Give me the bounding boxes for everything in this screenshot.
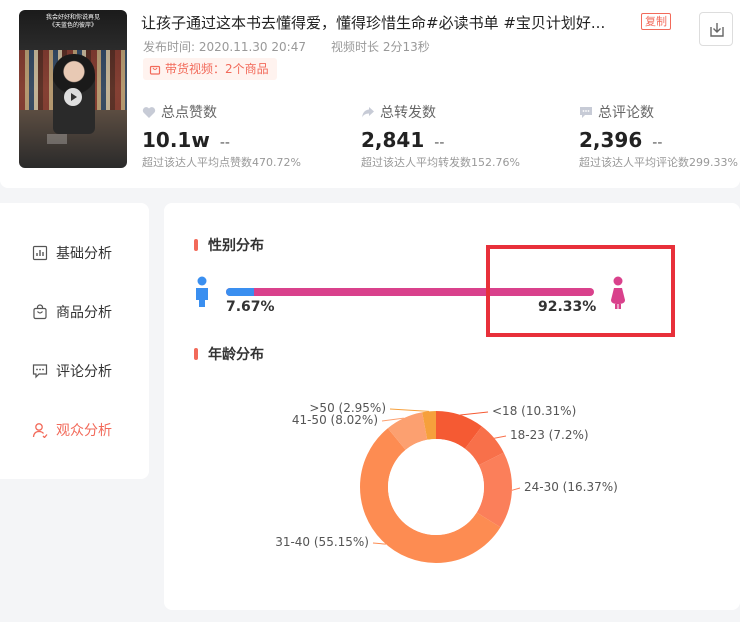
sidebar-item-comments[interactable]: 评论分析 xyxy=(32,361,112,381)
stat-comparison: 超过该达人平均转发数152.76% xyxy=(361,156,520,169)
download-icon xyxy=(710,23,724,37)
goods-tag-label: 带货视频：2个商品 xyxy=(165,62,269,76)
share-icon xyxy=(362,106,374,117)
age-donut-chart xyxy=(360,408,521,563)
stat-comparison: 超过该达人平均评论数299.33% xyxy=(579,156,738,169)
label-leader-line xyxy=(511,487,521,491)
slice-label: 41-50 (8.02%) xyxy=(291,413,378,427)
heart-icon xyxy=(142,106,156,118)
stat-value: 2,841 xyxy=(361,128,425,152)
play-icon[interactable] xyxy=(64,88,82,106)
video-card: 我会好好和你说再见 《天蓝色的彼岸》 让孩子通过这本书去懂得爱，懂得珍惜生命#必读… xyxy=(0,0,740,188)
sidebar-item-label: 评论分析 xyxy=(56,364,112,380)
comment-icon xyxy=(32,364,48,379)
sidebar-item-label: 观众分析 xyxy=(56,423,112,439)
label-leader-line xyxy=(389,408,429,412)
video-title[interactable]: 让孩子通过这本书去懂得爱，懂得珍惜生命#必读书单 #宝贝计划好... xyxy=(141,12,605,33)
blurred-watermark xyxy=(47,134,67,144)
video-duration: 视频时长 2分13秒 xyxy=(331,40,430,54)
user-icon xyxy=(32,423,48,438)
stat-label: 总评论数 xyxy=(598,105,654,121)
stat-value: 10.1w xyxy=(142,128,210,152)
shopping-bag-icon xyxy=(149,65,161,75)
stat-shares: 总转发数 2,841 -- 超过该达人平均转发数152.76% xyxy=(361,102,520,170)
slice-label: 24-30 (16.37%) xyxy=(524,480,618,494)
publish-time: 发布时间: 2020.11.30 20:47 xyxy=(143,40,306,54)
sidebar-item-basic[interactable]: 基础分析 xyxy=(32,243,112,263)
label-leader-line xyxy=(372,542,386,545)
thumbnail-caption: 我会好好和你说再见 《天蓝色的彼岸》 xyxy=(45,14,100,29)
audience-panel: 性别分布 7.67% 92.33% 年龄分布 <18 (10.31%) 18-23… xyxy=(164,203,740,610)
sidebar-item-goods[interactable]: 商品分析 xyxy=(32,302,112,322)
slice-label: <18 (10.31%) xyxy=(492,404,577,418)
slice-label: >50 (2.95%) xyxy=(309,401,386,415)
stat-likes: 总点赞数 10.1w -- 超过该达人平均点赞数470.72% xyxy=(142,102,301,170)
donut-hole xyxy=(388,439,484,535)
analysis-sidebar: 基础分析 商品分析 评论分析 观众分析 xyxy=(0,203,149,479)
stat-trend: -- xyxy=(652,135,663,151)
sidebar-item-label: 基础分析 xyxy=(56,246,112,262)
sidebar-item-label: 商品分析 xyxy=(56,305,112,321)
bar-chart-icon xyxy=(32,245,48,261)
shopping-bag-icon xyxy=(33,304,47,320)
stat-value: 2,396 xyxy=(579,128,643,152)
label-leader-line xyxy=(494,435,507,439)
label-leader-line xyxy=(460,411,489,416)
stat-trend: -- xyxy=(434,135,445,151)
slice-label: 18-23 (7.2%) xyxy=(510,428,589,442)
video-thumbnail[interactable]: 我会好好和你说再见 《天蓝色的彼岸》 xyxy=(19,10,127,168)
sidebar-item-audience[interactable]: 观众分析 xyxy=(32,420,112,440)
download-button[interactable] xyxy=(699,12,733,46)
comment-icon xyxy=(580,106,592,118)
stat-label: 总点赞数 xyxy=(161,105,217,121)
stat-comparison: 超过该达人平均点赞数470.72% xyxy=(142,156,301,169)
slice-label: 31-40 (55.15%) xyxy=(275,535,369,549)
stat-trend: -- xyxy=(219,135,230,151)
stat-label: 总转发数 xyxy=(380,105,436,121)
goods-tag[interactable]: 带货视频：2个商品 xyxy=(143,58,277,80)
stat-comments: 总评论数 2,396 -- 超过该达人平均评论数299.33% xyxy=(579,102,738,170)
copy-button[interactable]: 复制 xyxy=(641,13,671,30)
